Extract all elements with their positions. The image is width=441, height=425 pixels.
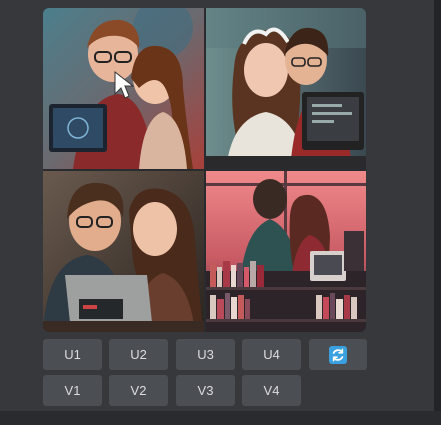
image-1-artwork bbox=[43, 8, 204, 169]
image-3-artwork bbox=[43, 171, 204, 332]
image-tile-3[interactable] bbox=[43, 171, 204, 332]
reroll-button[interactable] bbox=[309, 339, 367, 370]
variation-3-button[interactable]: V3 bbox=[176, 375, 235, 406]
image-2-artwork bbox=[206, 8, 366, 169]
upscale-3-button[interactable]: U3 bbox=[176, 339, 235, 370]
upscale-1-button[interactable]: U1 bbox=[43, 339, 102, 370]
upscale-4-button[interactable]: U4 bbox=[242, 339, 301, 370]
bottom-bar bbox=[0, 411, 441, 425]
image-4-artwork bbox=[206, 171, 366, 332]
variation-2-button[interactable]: V2 bbox=[109, 375, 168, 406]
image-grid bbox=[43, 8, 366, 332]
image-tile-2[interactable] bbox=[206, 8, 366, 169]
refresh-icon bbox=[329, 345, 347, 364]
variation-4-button[interactable]: V4 bbox=[242, 375, 301, 406]
upscale-2-button[interactable]: U2 bbox=[109, 339, 168, 370]
variation-1-button[interactable]: V1 bbox=[43, 375, 102, 406]
image-tile-4[interactable] bbox=[206, 171, 366, 332]
image-tile-1[interactable] bbox=[43, 8, 204, 169]
window-edge bbox=[434, 0, 441, 425]
